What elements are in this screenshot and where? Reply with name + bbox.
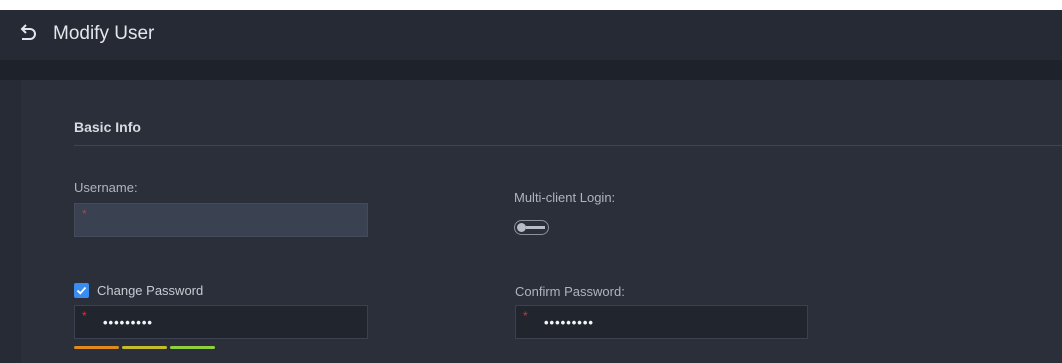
confirm-password-value: ••••••••• [544, 315, 594, 330]
strength-segment-3 [170, 346, 215, 349]
checkmark-icon [76, 286, 87, 295]
password-value: ••••••••• [103, 315, 153, 330]
strength-segment-1 [74, 346, 119, 349]
strength-segment-2 [122, 346, 167, 349]
required-mark: * [523, 309, 528, 323]
confirm-password-input[interactable]: * ••••••••• [515, 305, 808, 339]
multi-client-login-toggle[interactable] [514, 220, 549, 235]
back-arrow-icon [20, 24, 36, 40]
back-button[interactable] [16, 22, 40, 46]
required-mark: * [82, 309, 87, 323]
multi-client-login-label: Multi-client Login: [514, 190, 616, 205]
username-label: Username: [74, 180, 138, 195]
modify-user-page: Modify User Basic Info Username: * Multi… [0, 0, 1062, 363]
header-divider [0, 60, 1062, 80]
required-mark: * [82, 207, 87, 221]
page-title: Modify User [53, 23, 155, 44]
section-divider [74, 145, 1062, 146]
toggle-track [526, 226, 545, 229]
toggle-knob [517, 223, 526, 232]
form-panel: Basic Info Username: * Multi-client Logi… [21, 80, 1062, 363]
password-input[interactable]: * ••••••••• [74, 305, 368, 339]
change-password-checkbox[interactable] [74, 283, 89, 298]
top-strip [0, 0, 1062, 10]
change-password-label: Change Password [97, 283, 204, 298]
header-bar: Modify User [0, 10, 1062, 60]
confirm-password-label: Confirm Password: [515, 284, 625, 299]
username-input: * [74, 203, 368, 237]
section-title: Basic Info [74, 119, 141, 135]
